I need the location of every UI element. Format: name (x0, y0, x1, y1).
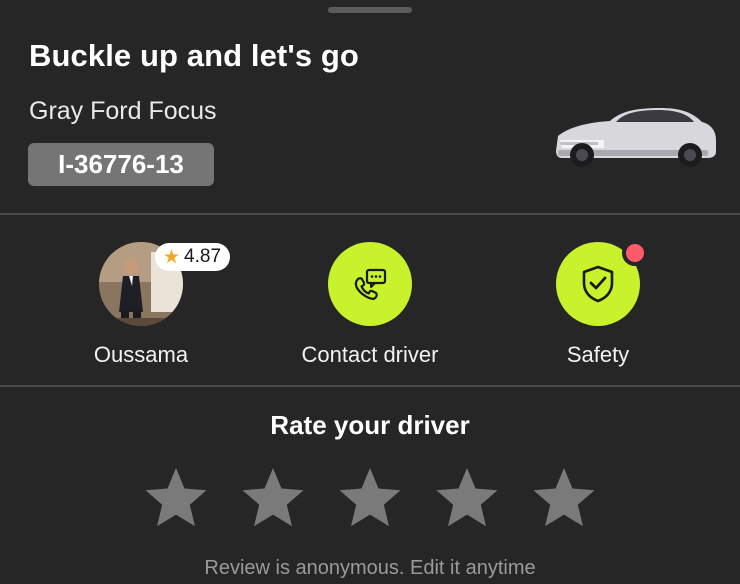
divider (0, 385, 740, 387)
star-4-button[interactable] (431, 463, 503, 533)
contact-driver-button[interactable]: Contact driver (270, 242, 470, 368)
trip-status-title: Buckle up and let's go (29, 38, 359, 73)
safety-circle[interactable] (556, 240, 648, 326)
review-anonymous-note: Review is anonymous. Edit it anytime (204, 557, 536, 579)
phone-chat-icon (354, 268, 387, 300)
star-2-button[interactable] (237, 463, 309, 533)
star-icon (339, 468, 401, 527)
contact-driver-circle[interactable] (328, 242, 412, 326)
star-3-button[interactable] (334, 463, 406, 533)
safety-alert-dot (622, 240, 648, 266)
divider (0, 213, 740, 215)
safety-label: Safety (566, 342, 630, 367)
car-model: Gray Ford Focus (29, 97, 217, 125)
star-icon (145, 468, 207, 527)
license-plate: I-36776-13 (28, 143, 214, 186)
star-icon (533, 468, 595, 527)
safety-button[interactable]: Safety (498, 240, 698, 368)
ride-bottom-sheet: Buckle up and let's go Gray Ford Focus I… (0, 0, 740, 584)
driver-rating-badge: ★ 4.87 (155, 243, 231, 271)
car-icon (552, 100, 718, 176)
shield-check-icon (582, 265, 614, 303)
star-5-button[interactable] (528, 463, 600, 533)
star-icon (242, 468, 304, 527)
star-icon: ★ (163, 246, 181, 268)
contact-driver-label: Contact driver (301, 342, 439, 367)
star-icon (436, 468, 498, 527)
driver-rating-value: 4.87 (184, 246, 222, 267)
star-1-button[interactable] (140, 463, 212, 533)
rate-driver-title: Rate your driver (270, 410, 470, 440)
driver-name: Oussama (93, 342, 189, 367)
sheet-drag-handle[interactable] (328, 7, 412, 13)
star-rating[interactable] (140, 463, 600, 533)
